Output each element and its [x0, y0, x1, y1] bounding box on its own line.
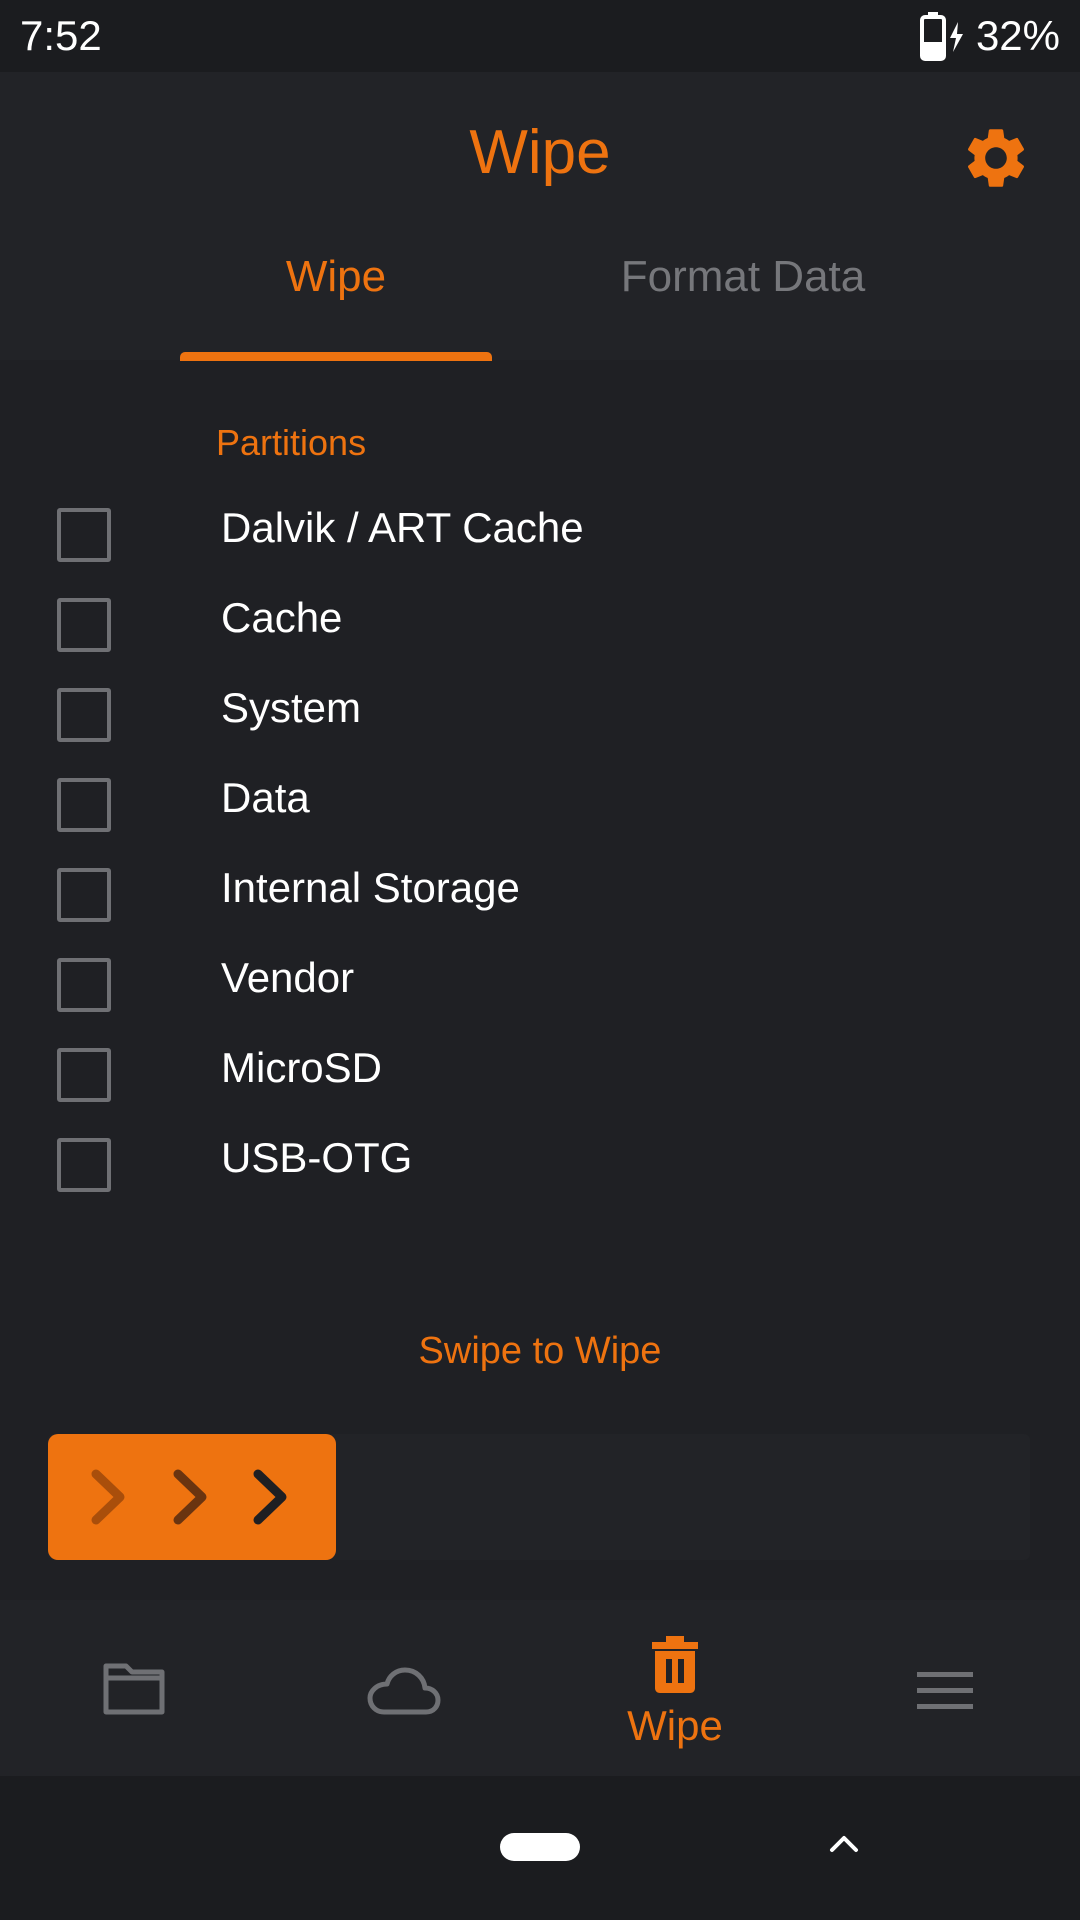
partition-row-usb-otg[interactable]: USB-OTG [0, 1120, 1080, 1210]
partition-label: USB-OTG [221, 1134, 413, 1181]
partition-label: Data [221, 774, 310, 821]
partition-row-system[interactable]: System [0, 670, 1080, 760]
gear-icon[interactable] [960, 122, 1032, 194]
status-indicators: 32% [918, 10, 1060, 62]
battery-charging-icon [919, 12, 963, 61]
partition-label: Internal Storage [221, 864, 520, 911]
nav-item-cloud[interactable] [270, 1600, 540, 1776]
checkbox[interactable] [57, 688, 111, 742]
chevron-up-icon[interactable] [826, 1826, 862, 1862]
checkbox[interactable] [57, 868, 111, 922]
app-header: Wipe Wipe Format Data [0, 72, 1080, 361]
folder-icon [103, 1663, 165, 1715]
partition-label: Vendor [221, 954, 355, 1001]
partition-row-vendor[interactable]: Vendor [0, 940, 1080, 1030]
partitions-section-label: Partitions [216, 422, 367, 463]
system-nav-bar [0, 1776, 1080, 1920]
checkbox[interactable] [57, 1138, 111, 1192]
partition-row-cache[interactable]: Cache [0, 580, 1080, 670]
partition-row-data[interactable]: Data [0, 760, 1080, 850]
battery-percent: 32% [975, 12, 1060, 59]
checkbox[interactable] [57, 958, 111, 1012]
page-title: Wipe [469, 118, 611, 187]
menu-icon [917, 1672, 973, 1709]
home-pill[interactable] [500, 1833, 580, 1861]
trash-icon [652, 1636, 698, 1693]
nav-item-files[interactable] [0, 1600, 270, 1776]
checkbox[interactable] [57, 778, 111, 832]
nav-label-wipe: Wipe [627, 1702, 723, 1749]
nav-item-wipe[interactable]: Wipe [540, 1600, 810, 1776]
partition-label: System [221, 684, 362, 731]
partition-row-microsd[interactable]: MicroSD [0, 1030, 1080, 1120]
swipe-label: Swipe to Wipe [418, 1330, 662, 1372]
checkbox[interactable] [57, 508, 111, 562]
checkbox[interactable] [57, 1048, 111, 1102]
swipe-handle[interactable] [48, 1434, 336, 1560]
cloud-icon [367, 1667, 441, 1715]
nav-item-menu[interactable] [810, 1600, 1080, 1776]
partition-label: Cache [221, 594, 343, 641]
bottom-nav: Wipe [0, 1600, 1080, 1776]
partition-row-internal-storage[interactable]: Internal Storage [0, 850, 1080, 940]
status-bar: 7:52 32% [0, 0, 1080, 72]
partition-list: Dalvik / ART Cache Cache System Data Int… [0, 490, 1080, 1210]
tab-wipe[interactable]: Wipe [180, 252, 492, 302]
checkbox[interactable] [57, 598, 111, 652]
status-time: 7:52 [20, 12, 102, 59]
partition-row-dalvik-art-cache[interactable]: Dalvik / ART Cache [0, 490, 1080, 580]
partition-label: MicroSD [221, 1044, 383, 1091]
tab-active-indicator [180, 352, 492, 361]
tab-format-data[interactable]: Format Data [560, 252, 926, 302]
partition-label: Dalvik / ART Cache [221, 504, 584, 551]
triple-chevron-right-icon [91, 1469, 287, 1525]
